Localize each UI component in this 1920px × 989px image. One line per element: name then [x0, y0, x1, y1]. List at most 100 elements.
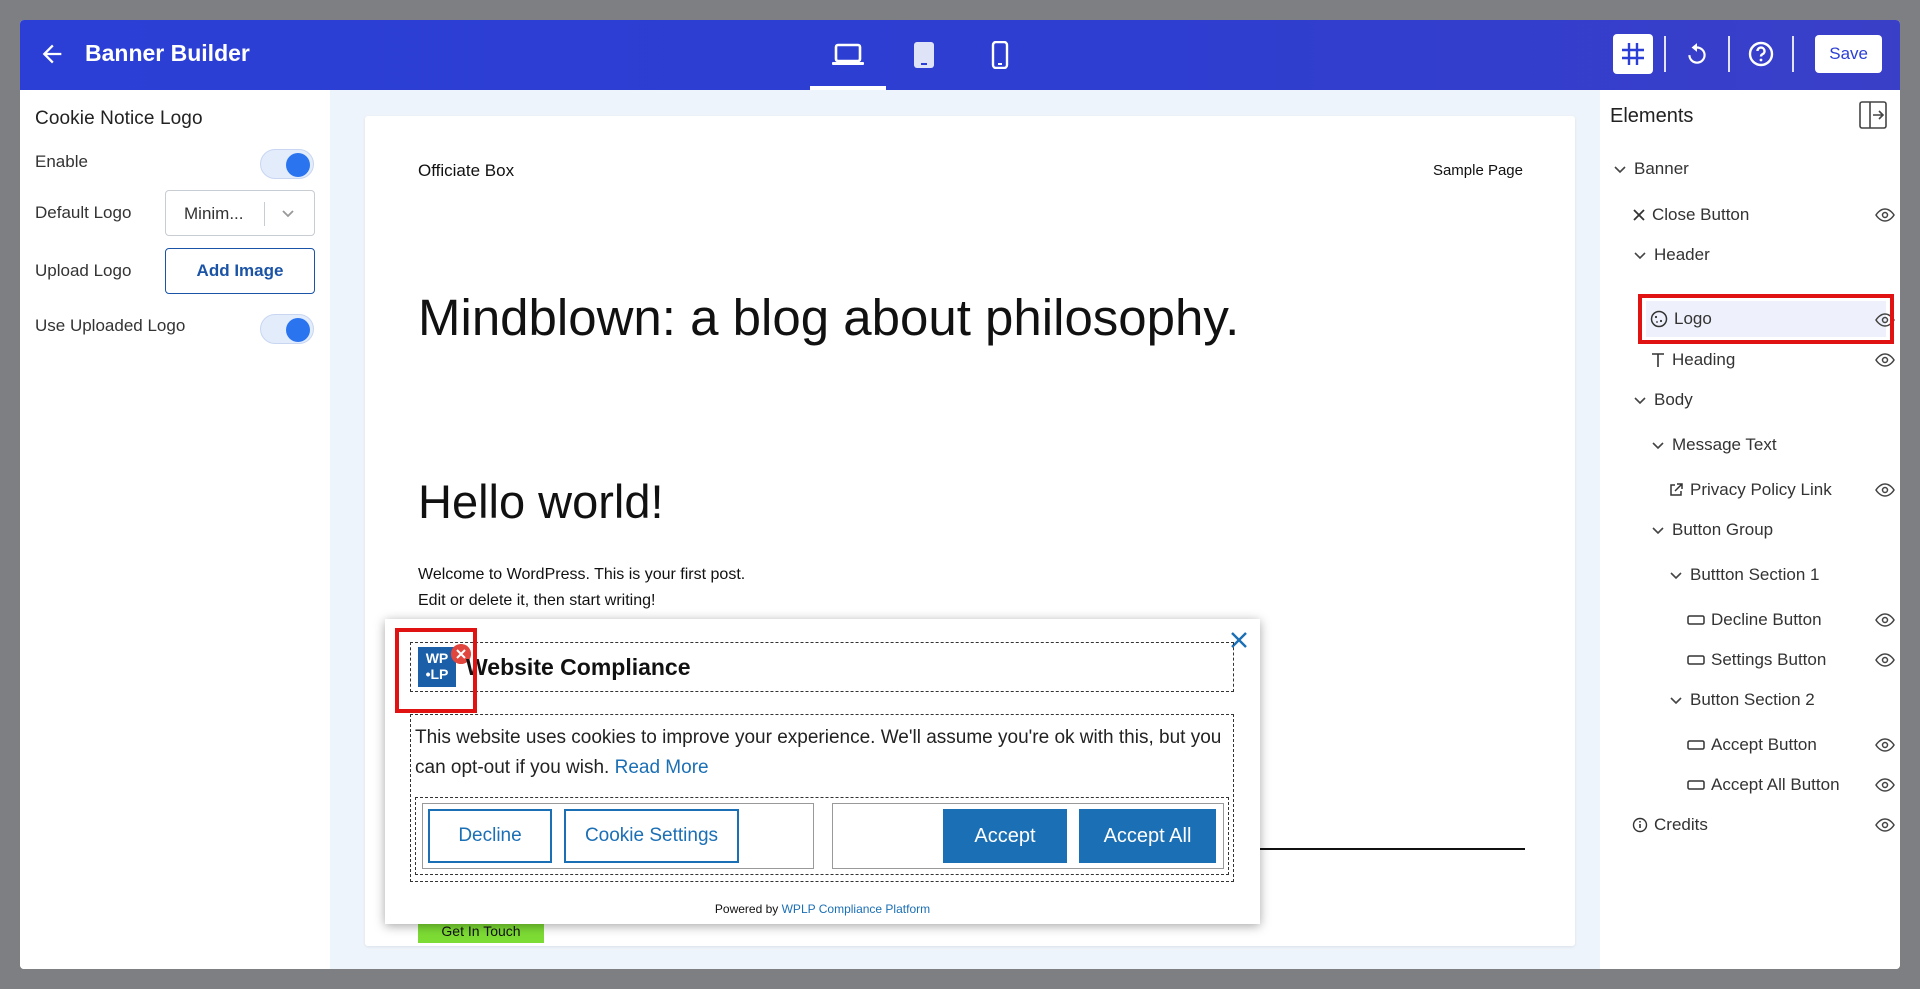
tree-item-label: Accept All Button	[1711, 775, 1840, 794]
tree-item-settings-button[interactable]: Settings Button	[1687, 648, 1826, 672]
button-icon	[1687, 780, 1705, 790]
use-uploaded-logo-toggle[interactable]	[260, 314, 314, 344]
tree-item-button-section-1[interactable]: Buttton Section 1	[1668, 563, 1819, 587]
banner-body[interactable]: This website uses cookies to improve you…	[410, 714, 1234, 882]
tree-item-heading[interactable]: Heading	[1650, 348, 1735, 372]
tree-item-credits[interactable]: Credits	[1632, 813, 1708, 837]
accept-all-button[interactable]: Accept All	[1079, 809, 1216, 863]
enable-toggle[interactable]	[260, 149, 314, 179]
tree-item-close-button[interactable]: Close Button	[1632, 203, 1749, 227]
app-window: Banner Builder Save Cookie Notice Logo E…	[20, 20, 1900, 969]
collapse-panel-icon[interactable]	[1858, 100, 1888, 130]
eye-icon[interactable]	[1875, 738, 1895, 752]
tree-item-body[interactable]: Body	[1632, 388, 1693, 412]
button-group[interactable]: Decline Cookie Settings Accept Accept Al…	[415, 797, 1229, 875]
eye-icon[interactable]	[1875, 208, 1895, 222]
tree-item-label: Settings Button	[1711, 650, 1827, 669]
eye-icon[interactable]	[1875, 353, 1895, 367]
tree-item-label: Privacy Policy Link	[1690, 480, 1832, 499]
tree-item-accept-all-button[interactable]: Accept All Button	[1687, 773, 1840, 797]
device-switcher	[810, 20, 1038, 90]
tree-item-label: Body	[1654, 390, 1693, 409]
eye-icon[interactable]	[1875, 818, 1895, 832]
toggle-knob	[286, 318, 310, 342]
tree-item-label: Close Button	[1652, 205, 1750, 224]
chevron-down-icon	[1634, 252, 1646, 260]
tree-item-label: Header	[1654, 245, 1710, 264]
cookie-banner[interactable]: WP •LP Website Compliance This website u…	[385, 619, 1260, 924]
post-line-2: Edit or delete it, then start writing!	[418, 592, 656, 609]
toggle-knob	[286, 153, 310, 177]
site-name: Officiate Box	[418, 161, 515, 180]
decline-button[interactable]: Decline	[428, 809, 552, 863]
close-icon	[1633, 209, 1645, 221]
mobile-icon	[991, 41, 1009, 69]
chevron-down-icon	[1652, 527, 1664, 535]
button-icon	[1687, 615, 1705, 625]
post-excerpt: Welcome to WordPress. This is your first…	[418, 562, 745, 614]
toolbar-divider	[1728, 36, 1731, 72]
desktop-icon	[832, 43, 864, 65]
reset-icon	[1688, 43, 1706, 64]
save-button[interactable]: Save	[1815, 35, 1882, 73]
post-title: Hello world!	[418, 475, 664, 528]
text-icon	[1652, 353, 1664, 367]
tablet-view-button[interactable]	[886, 20, 962, 90]
sample-page-link: Sample Page	[1432, 162, 1523, 179]
reset-button[interactable]	[1677, 34, 1717, 74]
chevron-down-icon	[282, 210, 294, 218]
tree-item-label: Message Text	[1672, 435, 1777, 454]
powered-by-text: Powered by	[714, 902, 779, 916]
preview-canvas: Officiate Box Sample Page Mindblown: a b…	[330, 90, 1600, 969]
eye-icon[interactable]	[1875, 483, 1895, 497]
button-section-1[interactable]: Decline Cookie Settings	[422, 803, 814, 869]
toolbar-divider	[1792, 36, 1795, 72]
add-image-button[interactable]: Add Image	[165, 248, 315, 294]
site-heading: Mindblown: a blog about philosophy.	[418, 289, 1240, 346]
use-uploaded-logo-label: Use Uploaded Logo	[35, 316, 186, 335]
settings-panel: Cookie Notice Logo Enable Default Logo M…	[20, 90, 330, 969]
cookie-settings-button[interactable]: Cookie Settings	[564, 809, 739, 863]
eye-icon[interactable]	[1875, 778, 1895, 792]
eye-icon[interactable]	[1875, 653, 1895, 667]
upload-logo-label: Upload Logo	[35, 261, 132, 280]
tree-item-button-group[interactable]: Button Group	[1650, 518, 1773, 542]
back-arrow-icon[interactable]	[38, 40, 66, 68]
top-bar: Banner Builder Save	[20, 20, 1900, 90]
tree-item-accept-button[interactable]: Accept Button	[1687, 733, 1817, 757]
chevron-down-icon	[1614, 166, 1626, 174]
credits-link[interactable]: WPLP Compliance Platform	[782, 902, 931, 916]
credits: Powered by WPLP Compliance Platform	[385, 902, 1260, 916]
banner-heading[interactable]: Website Compliance	[466, 654, 691, 681]
message-body: This website uses cookies to improve you…	[415, 727, 1222, 778]
banner-header[interactable]: WP •LP Website Compliance	[410, 642, 1234, 692]
button-icon	[1687, 740, 1705, 750]
tree-item-header[interactable]: Header	[1632, 243, 1710, 267]
tree-item-button-section-2[interactable]: Button Section 2	[1668, 688, 1815, 712]
chevron-down-icon	[1670, 697, 1682, 705]
message-text[interactable]: This website uses cookies to improve you…	[415, 723, 1230, 783]
mobile-view-button[interactable]	[962, 20, 1038, 90]
toolbar-divider	[1664, 36, 1667, 72]
tree-item-label: Button Group	[1672, 520, 1774, 539]
tree-item-label: Button Section 2	[1690, 690, 1815, 709]
tree-item-message-text[interactable]: Message Text	[1650, 433, 1777, 457]
read-more-link[interactable]: Read More	[615, 757, 709, 778]
tree-item-banner[interactable]: Banner	[1612, 157, 1689, 181]
button-icon	[1687, 655, 1705, 665]
hash-grid-icon	[1622, 43, 1645, 65]
info-icon	[1632, 817, 1648, 833]
help-button[interactable]	[1741, 34, 1781, 74]
eye-icon[interactable]	[1875, 613, 1895, 627]
default-logo-label: Default Logo	[35, 203, 132, 222]
button-section-2[interactable]: Accept Accept All	[832, 803, 1224, 869]
accept-button[interactable]: Accept	[943, 809, 1067, 863]
tree-item-decline-button[interactable]: Decline Button	[1687, 608, 1822, 632]
default-logo-select[interactable]: Minim...	[165, 190, 315, 236]
tree-item-privacy-policy-link[interactable]: Privacy Policy Link	[1668, 478, 1832, 502]
elements-panel: Elements Banner Close Button Header Logo…	[1600, 90, 1900, 969]
grid-toggle-button[interactable]	[1613, 34, 1654, 74]
elements-title: Elements	[1610, 105, 1694, 127]
desktop-view-button[interactable]	[810, 20, 886, 90]
tablet-icon	[914, 42, 934, 68]
